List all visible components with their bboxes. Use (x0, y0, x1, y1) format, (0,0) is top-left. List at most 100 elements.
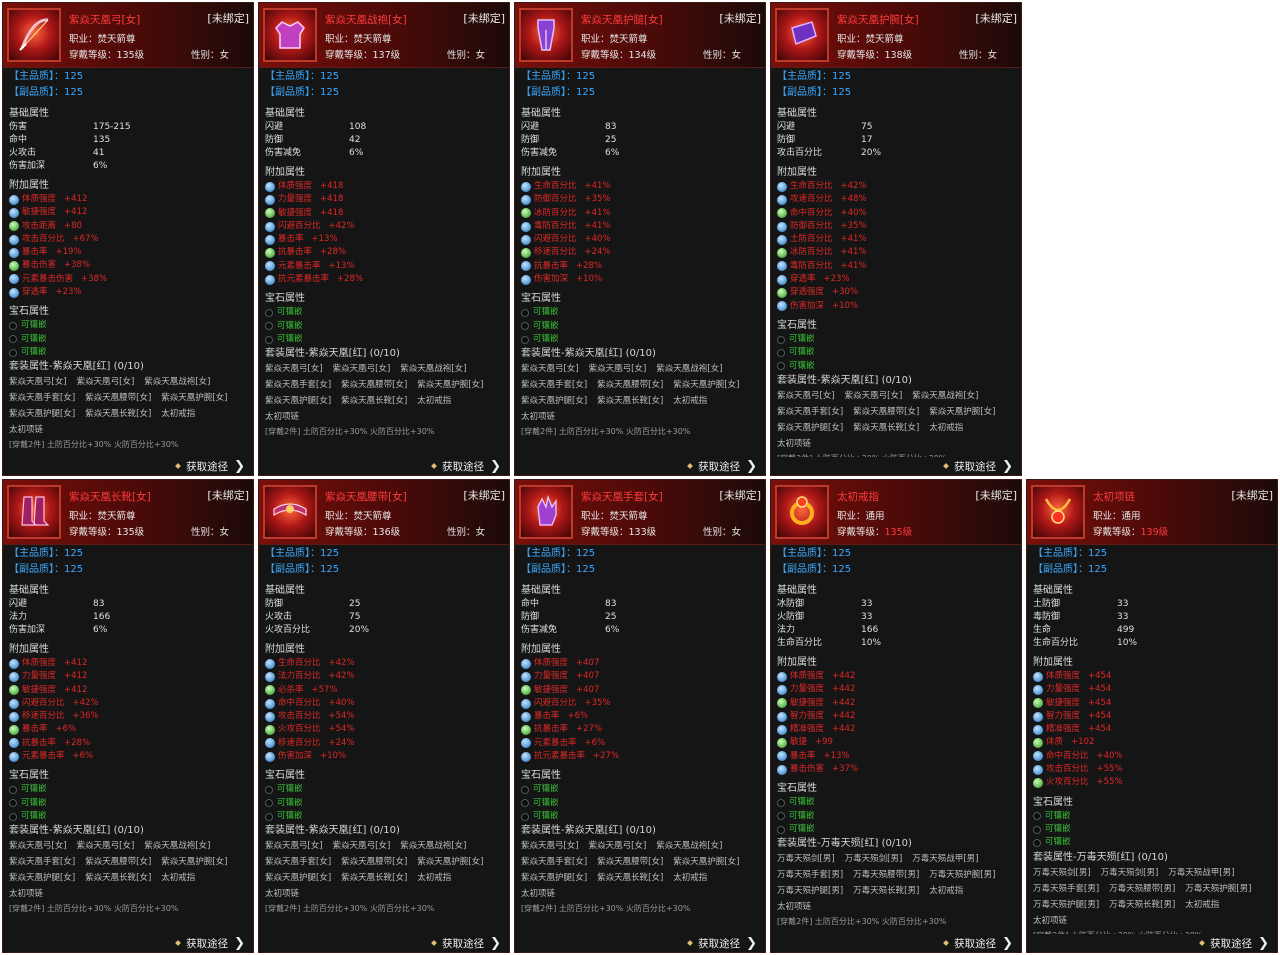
gem-socket[interactable]: 可镶嵌 (9, 797, 247, 810)
attr-gem-icon (9, 194, 19, 205)
item-icon-frame[interactable] (519, 8, 573, 62)
primary-quality-label: 【主品质】： (521, 71, 576, 82)
item-icon-frame[interactable] (519, 485, 573, 539)
extra-attr-row: 穿透率 +23% (9, 286, 247, 299)
gem-socket-label: 可镶嵌 (789, 823, 815, 834)
secondary-quality-value: 125 (832, 87, 852, 98)
gem-socket[interactable]: 可镶嵌 (1033, 823, 1271, 836)
item-tooltip-card: 紫焱天凰战袍[女] [未绑定] 职业：焚天箭尊 穿戴等级：137级 性别：女 【主品质】：… (258, 2, 510, 476)
acquire-button[interactable]: 获取途径 ❯ (3, 457, 253, 475)
gem-socket[interactable]: 可镶嵌 (521, 333, 759, 346)
class-label: 职业： (581, 34, 610, 45)
set-piece-row: 万毒天殒护腿[男] 万毒天殒长靴[男] 太初戒指 (777, 883, 1015, 899)
gem-socket-label: 可镶嵌 (21, 810, 47, 821)
extra-attr-value: +99 (815, 737, 833, 748)
primary-quality-value: 125 (320, 548, 340, 559)
attr-gem-icon (265, 248, 275, 259)
item-icon-frame[interactable] (263, 485, 317, 539)
gem-socket[interactable]: 可镶嵌 (1033, 836, 1271, 849)
basic-attr-name: 伤害加深 (9, 625, 46, 635)
item-icon-frame[interactable] (7, 485, 61, 539)
attr-gem-icon (521, 261, 531, 272)
gem-socket[interactable]: 可镶嵌 (265, 306, 503, 319)
acquire-button[interactable]: 获取途径 ❯ (771, 457, 1021, 475)
gem-socket[interactable]: 可镶嵌 (521, 810, 759, 823)
gem-socket[interactable]: 可镶嵌 (521, 797, 759, 810)
gem-socket[interactable]: 可镶嵌 (265, 320, 503, 333)
extra-attr-value: +40% (328, 697, 355, 708)
bind-status: [未绑定] (719, 12, 761, 25)
item-icon-frame[interactable] (775, 8, 829, 62)
gem-socket[interactable]: 可镶嵌 (265, 810, 503, 823)
item-name: 紫焱天凰战袍[女] (325, 14, 407, 26)
extra-attr-row: 伤害加深 +10% (521, 273, 759, 286)
gem-socket[interactable]: 可镶嵌 (9, 346, 247, 359)
item-icon-frame[interactable] (775, 485, 829, 539)
gem-socket[interactable]: 可镶嵌 (9, 783, 247, 796)
tooltip-header: 紫焱天凰护腿[女] [未绑定] 职业：焚天箭尊 穿戴等级：134级 性别：女 (515, 3, 765, 68)
basic-attr-value: 33 (1117, 599, 1129, 609)
extra-attr-value: +28% (64, 737, 91, 748)
acquire-button[interactable]: 获取途径 ❯ (1027, 934, 1277, 952)
basic-attr-value: 33 (861, 612, 873, 622)
acquire-button[interactable]: 获取途径 ❯ (515, 457, 765, 475)
set-piece-name: 紫焱天凰护腕[女] (417, 857, 484, 868)
acquire-button[interactable]: 获取途径 ❯ (771, 934, 1021, 952)
set-piece-row: 紫焱天凰弓[女] 紫焱天凰弓[女] 紫焱天凰战袍[女] (777, 388, 1015, 404)
gem-socket[interactable]: 可镶嵌 (265, 783, 503, 796)
primary-quality-value: 125 (576, 548, 596, 559)
extra-attr-name: 抗暴击率 (534, 260, 569, 271)
item-icon-frame[interactable] (7, 8, 61, 62)
gem-socket[interactable]: 可镶嵌 (521, 320, 759, 333)
gem-socket[interactable]: 可镶嵌 (777, 796, 1015, 809)
secondary-quality-label: 【副品质】： (265, 564, 320, 575)
acquire-button[interactable]: 获取途径 ❯ (515, 934, 765, 952)
gem-socket[interactable]: 可镶嵌 (777, 810, 1015, 823)
set-piece-name: 万毒天殒剑[男] (1100, 867, 1159, 878)
boots-icon (14, 491, 54, 534)
primary-quality-value: 125 (64, 548, 84, 559)
tooltip-header: 紫焱天凰长靴[女] [未绑定] 职业：焚天箭尊 穿戴等级：135级 性别：女 (3, 480, 253, 545)
extra-attr-value: +24% (328, 737, 355, 748)
acquire-button[interactable]: 获取途径 ❯ (3, 934, 253, 952)
gem-socket[interactable]: 可镶嵌 (777, 333, 1015, 346)
gem-socket[interactable]: 可镶嵌 (9, 319, 247, 332)
acquire-label: 获取途径 (698, 460, 741, 473)
gem-socket[interactable]: 可镶嵌 (265, 797, 503, 810)
diamond-bullet-icon (687, 463, 693, 469)
item-icon-frame[interactable] (263, 8, 317, 62)
basic-attr-row: 生命 499 (1033, 624, 1271, 637)
extra-attr-name: 攻击距离 (22, 220, 57, 231)
extra-attr-row: 暴击伤害 +37% (777, 763, 1015, 776)
item-class-line: 职业：焚天箭尊 (325, 508, 392, 522)
gem-socket[interactable]: 可镶嵌 (9, 810, 247, 823)
gem-socket[interactable]: 可镶嵌 (521, 306, 759, 319)
set-piece-row: 太初项链 (9, 886, 247, 902)
gem-socket[interactable]: 可镶嵌 (777, 823, 1015, 836)
extra-attr-value: +412 (64, 658, 88, 668)
basic-attr-row: 火攻击 41 (9, 147, 247, 160)
extra-attr-heading: 附加属性 (265, 167, 305, 178)
primary-quality: 【主品质】：125 (9, 546, 247, 562)
gem-socket[interactable]: 可镶嵌 (9, 333, 247, 346)
item-icon-frame[interactable] (1031, 485, 1085, 539)
extra-attr-name: 生命百分比 (278, 658, 321, 668)
set-piece-name: 紫焱天凰护腕[女] (161, 393, 228, 404)
extra-attr-value: +23% (823, 274, 850, 285)
gem-socket[interactable]: 可镶嵌 (1033, 810, 1271, 823)
extra-attr-heading: 附加属性 (521, 644, 561, 655)
extra-attr-row: 精准强度 +442 (777, 723, 1015, 736)
acquire-button[interactable]: 获取途径 ❯ (259, 457, 509, 475)
acquire-button[interactable]: 获取途径 ❯ (259, 934, 509, 952)
gem-socket[interactable]: 可镶嵌 (777, 346, 1015, 359)
extra-attr-name: 暴击率 (534, 711, 560, 722)
extra-attr-value: +27% (576, 724, 603, 735)
extra-attr-row: 元素暴击伤害 +38% (9, 273, 247, 286)
basic-attr-row: 防御 17 (777, 134, 1015, 147)
secondary-quality: 【副品质】：125 (9, 85, 247, 101)
gem-socket[interactable]: 可镶嵌 (777, 360, 1015, 373)
extra-attr-row: 智力强度 +442 (777, 710, 1015, 723)
empty-socket-icon (1033, 812, 1041, 821)
gem-socket[interactable]: 可镶嵌 (521, 783, 759, 796)
gem-socket[interactable]: 可镶嵌 (265, 333, 503, 346)
